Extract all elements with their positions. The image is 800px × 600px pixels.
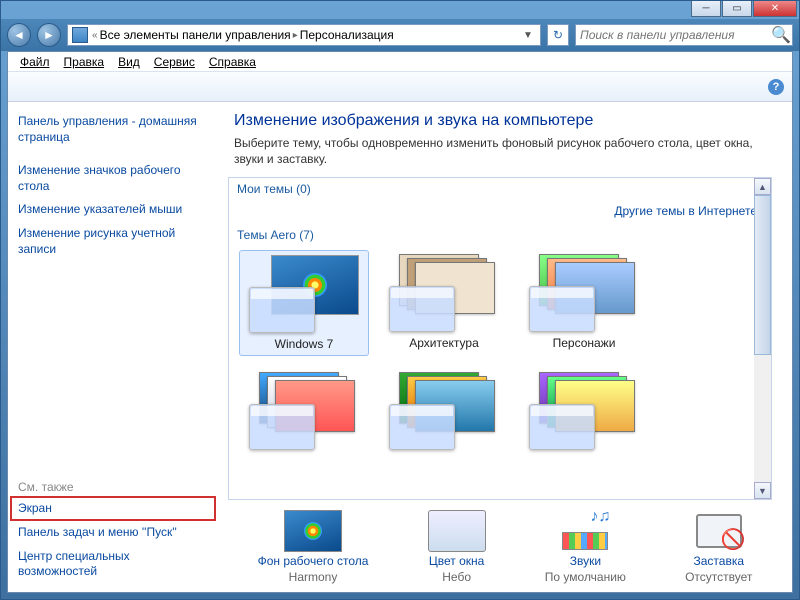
menu-edit[interactable]: Правка — [58, 54, 111, 70]
breadcrumb-root[interactable]: « — [92, 30, 98, 41]
setting-label: Заставка — [693, 554, 744, 568]
theme-characters[interactable]: Персонажи — [519, 250, 649, 356]
scroll-up-button[interactable]: ▲ — [754, 178, 771, 195]
breadcrumb: « Все элементы панели управления ▸ Персо… — [92, 28, 394, 42]
close-button[interactable]: ✕ — [753, 1, 797, 17]
settings-row: Фон рабочего стола Harmony Цвет окна Неб… — [218, 506, 792, 592]
content-body: Панель управления - домашняя страница Из… — [8, 102, 792, 592]
scroll-thumb[interactable] — [754, 195, 771, 355]
explorer-window: ─ ▭ ✕ ◄ ► « Все элементы панели управлен… — [0, 0, 800, 600]
menu-help[interactable]: Справка — [203, 54, 262, 70]
setting-value: Отсутствует — [685, 570, 752, 584]
refresh-button[interactable]: ↻ — [547, 24, 569, 46]
setting-value: Небо — [442, 570, 471, 584]
setting-value: Harmony — [289, 570, 338, 584]
theme-thumb — [249, 255, 359, 333]
main-panel: Изменение изображения и звука на компьют… — [218, 102, 792, 592]
themes-scrollbar[interactable]: ▲ ▼ — [754, 178, 771, 499]
theme-windows7[interactable]: Windows 7 — [239, 250, 369, 356]
theme-thumb — [249, 372, 359, 450]
theme-thumb — [389, 254, 499, 332]
scroll-down-button[interactable]: ▼ — [754, 482, 771, 499]
desktop-background-item[interactable]: Фон рабочего стола Harmony — [258, 510, 369, 584]
sidebar-link-icons[interactable]: Изменение значков рабочего стола — [18, 159, 208, 198]
menu-view[interactable]: Вид — [112, 54, 146, 70]
search-input[interactable] — [576, 28, 770, 42]
breadcrumb-sep: ▸ — [293, 30, 298, 41]
window-color-item[interactable]: Цвет окна Небо — [428, 510, 486, 584]
control-panel-home-link[interactable]: Панель управления - домашняя страница — [18, 110, 208, 149]
theme-label: Windows 7 — [275, 337, 334, 351]
sidebar-footer: См. также Экран Панель задач и меню ''Пу… — [18, 476, 208, 584]
theme-item[interactable] — [519, 368, 649, 454]
page-subtitle: Выберите тему, чтобы одновременно измени… — [234, 136, 776, 167]
client-area: Файл Правка Вид Сервис Справка ? Панель … — [7, 51, 793, 593]
sidebar-link-ease-of-access[interactable]: Центр специальных возможностей — [18, 545, 208, 584]
sidebar: Панель управления - домашняя страница Из… — [8, 102, 218, 592]
forward-button[interactable]: ► — [37, 23, 61, 47]
theme-thumb — [389, 372, 499, 450]
maximize-button[interactable]: ▭ — [722, 1, 752, 17]
menubar: Файл Правка Вид Сервис Справка — [8, 52, 792, 72]
theme-architecture[interactable]: Архитектура — [379, 250, 509, 356]
my-themes-header: Мои темы (0) — [229, 178, 771, 200]
menu-file[interactable]: Файл — [14, 54, 56, 70]
setting-label: Цвет окна — [429, 554, 484, 568]
window-color-icon — [428, 510, 486, 552]
theme-thumb — [529, 372, 639, 450]
aero-themes-header: Темы Aero (7) — [229, 224, 771, 246]
screensaver-item[interactable]: Заставка Отсутствует — [685, 510, 752, 584]
theme-thumb — [529, 254, 639, 332]
command-bar: ? — [8, 72, 792, 102]
setting-value: По умолчанию — [545, 570, 626, 584]
sidebar-link-taskbar[interactable]: Панель задач и меню ''Пуск'' — [18, 521, 208, 545]
nav-toolbar: ◄ ► « Все элементы панели управления ▸ П… — [1, 19, 799, 51]
sounds-item[interactable]: Звуки По умолчанию — [545, 510, 626, 584]
sidebar-link-pointers[interactable]: Изменение указателей мыши — [18, 198, 208, 222]
theme-item[interactable] — [239, 368, 369, 454]
search-box: 🔍 — [575, 24, 793, 46]
theme-label: Персонажи — [553, 336, 616, 350]
titlebar: ─ ▭ ✕ — [1, 1, 799, 19]
address-dropdown[interactable]: ▼ — [520, 30, 536, 41]
sidebar-link-account-pic[interactable]: Изменение рисунка учетной записи — [18, 222, 208, 261]
control-panel-icon — [72, 27, 88, 43]
help-icon[interactable]: ? — [768, 79, 784, 95]
minimize-button[interactable]: ─ — [691, 1, 721, 17]
window-controls: ─ ▭ ✕ — [691, 1, 797, 17]
online-themes-link[interactable]: Другие темы в Интернете — [614, 204, 757, 218]
search-icon[interactable]: 🔍 — [770, 25, 792, 45]
setting-label: Звуки — [570, 554, 601, 568]
setting-label: Фон рабочего стола — [258, 554, 369, 568]
back-button[interactable]: ◄ — [7, 23, 31, 47]
page-title: Изменение изображения и звука на компьют… — [234, 112, 776, 130]
breadcrumb-item-1[interactable]: Все элементы панели управления — [100, 28, 291, 42]
desktop-bg-icon — [284, 510, 342, 552]
breadcrumb-item-2[interactable]: Персонализация — [300, 28, 394, 42]
screensaver-icon — [690, 510, 748, 552]
themes-list: Мои темы (0) Другие темы в Интернете Тем… — [228, 177, 772, 500]
theme-item[interactable] — [379, 368, 509, 454]
sounds-icon — [556, 510, 614, 552]
theme-label: Архитектура — [409, 336, 479, 350]
menu-tools[interactable]: Сервис — [148, 54, 201, 70]
see-also-heading: См. также — [18, 476, 208, 496]
address-bar[interactable]: « Все элементы панели управления ▸ Персо… — [67, 24, 541, 46]
sidebar-link-display[interactable]: Экран — [10, 496, 216, 522]
